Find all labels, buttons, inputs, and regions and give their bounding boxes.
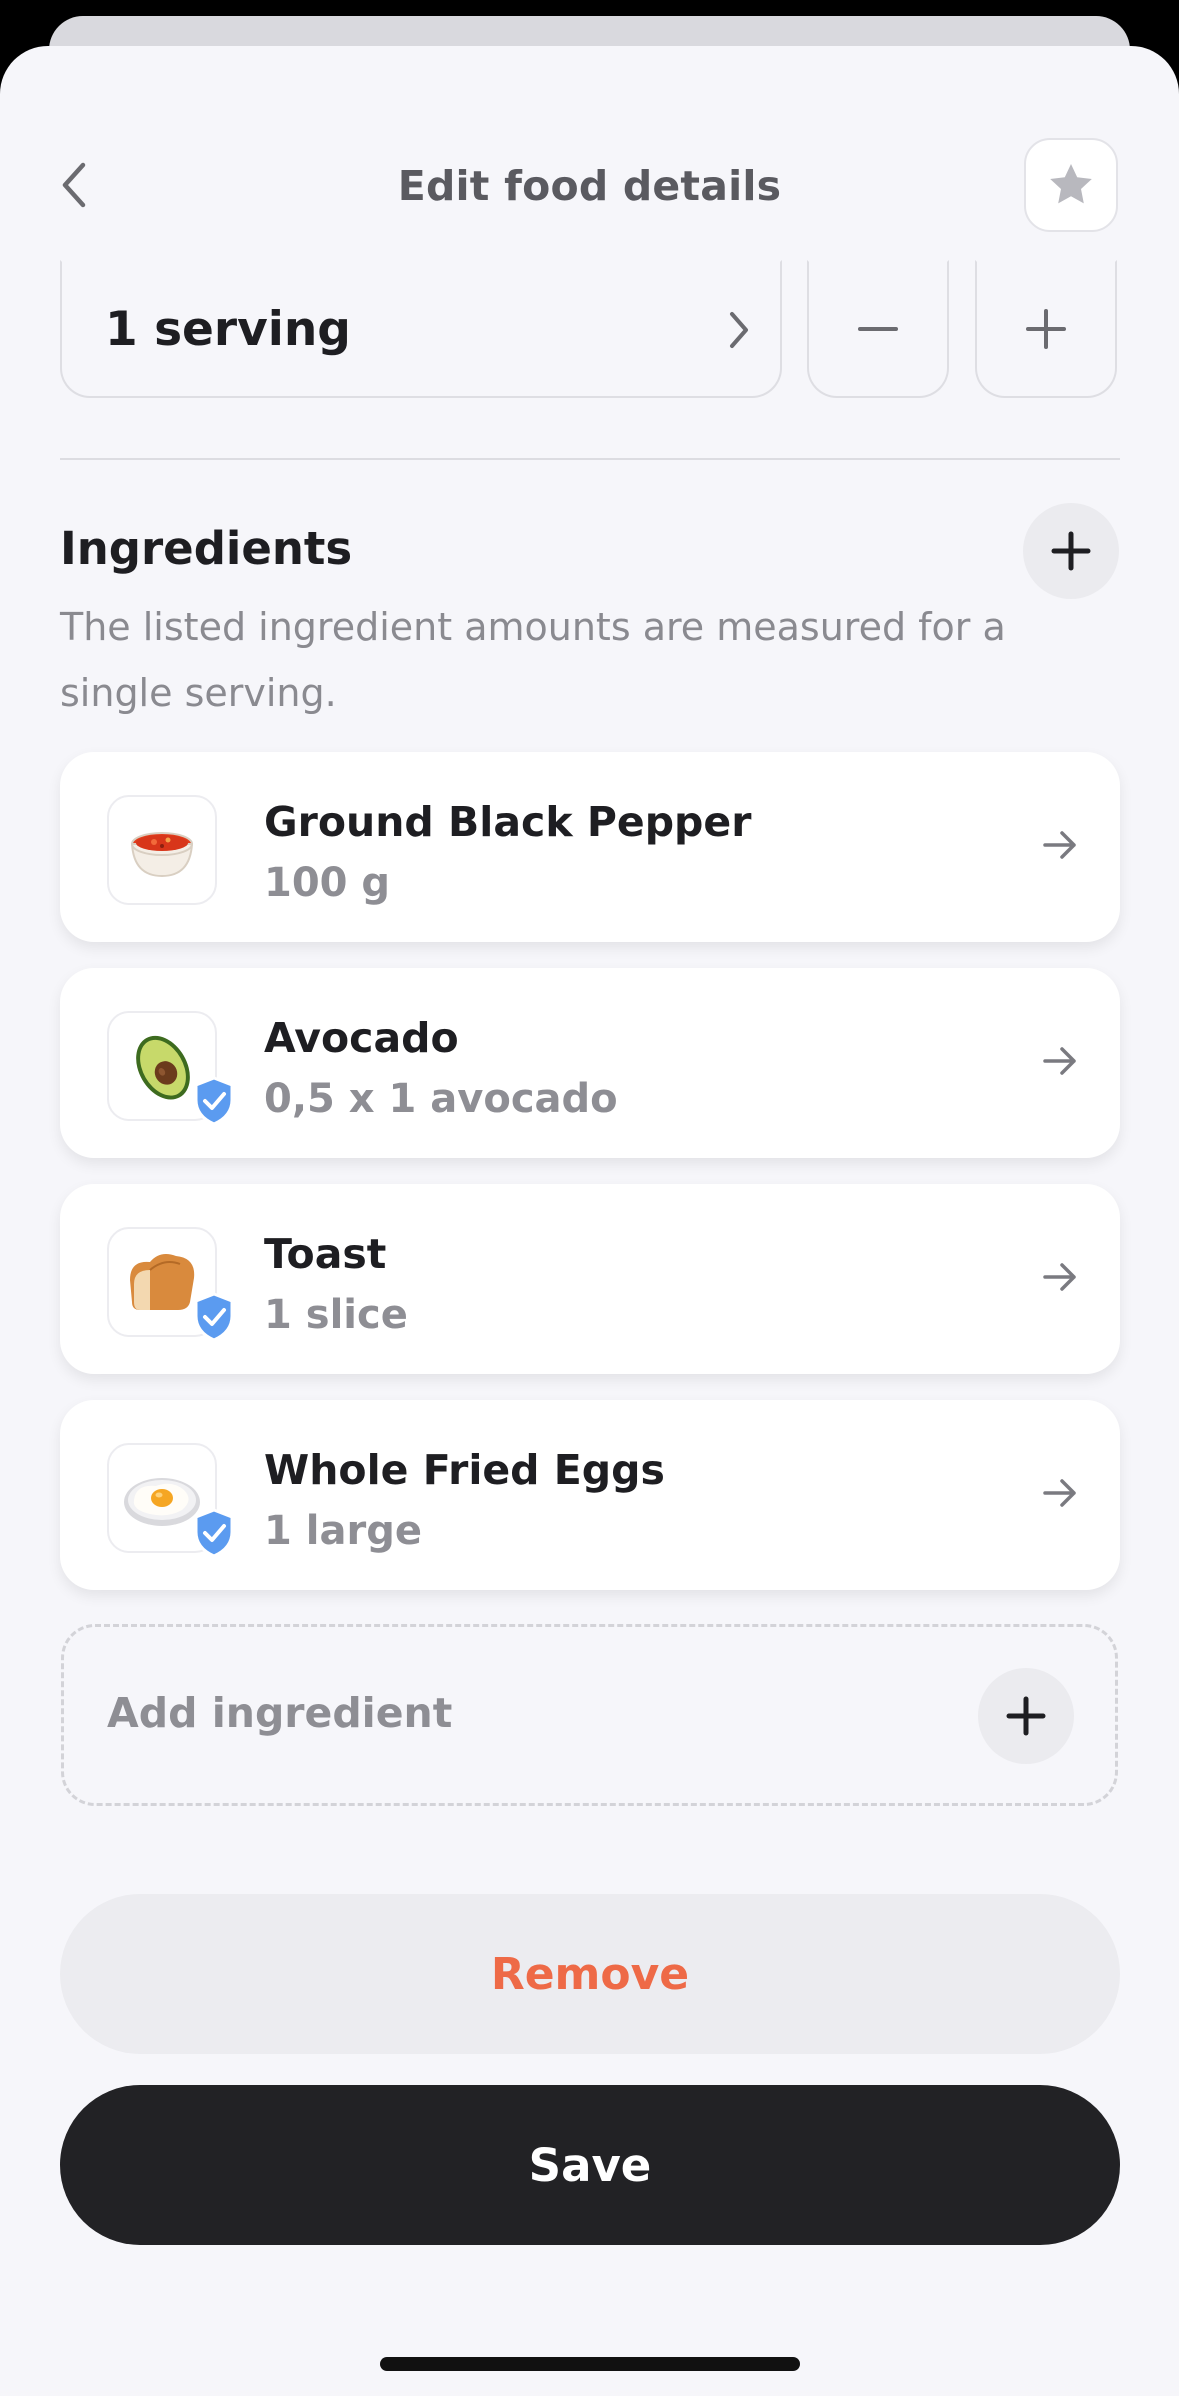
ingredient-name: Ground Black Pepper	[264, 798, 752, 846]
add-ingredient-label: Add ingredient	[107, 1689, 453, 1737]
arrow-right-icon	[1043, 1263, 1076, 1291]
ingredient-amount: 100 g	[264, 860, 391, 906]
plus-icon	[1006, 1696, 1046, 1736]
ingredient-card-whole-fried-eggs[interactable]: Whole Fried Eggs 1 large	[60, 1400, 1120, 1590]
edit-food-sheet: Edit food details 1 serving Ingredients …	[0, 46, 1179, 2396]
arrow-right-icon	[1043, 1047, 1076, 1075]
minus-icon	[858, 327, 898, 331]
ingredient-thumbnail	[107, 795, 217, 905]
ingredients-title: Ingredients	[60, 522, 353, 575]
ingredient-name: Whole Fried Eggs	[264, 1446, 665, 1494]
add-ingredient-header-button[interactable]	[1023, 503, 1119, 599]
serving-row: 1 serving	[60, 260, 1120, 398]
verified-badge-icon	[194, 1292, 234, 1342]
add-ingredient-button[interactable]	[978, 1668, 1074, 1764]
salsa-bowl-icon	[130, 832, 194, 878]
plus-icon	[1026, 309, 1066, 349]
ingredients-description: The listed ingredient amounts are measur…	[60, 605, 1006, 715]
ingredient-name: Toast	[264, 1230, 387, 1278]
header: Edit food details	[0, 46, 1179, 276]
plus-icon	[1051, 531, 1091, 571]
verified-badge-icon	[194, 1508, 234, 1558]
decrement-button[interactable]	[807, 260, 949, 398]
add-ingredient-row[interactable]: Add ingredient	[61, 1624, 1118, 1806]
home-indicator	[380, 2357, 800, 2371]
arrow-right-icon	[1043, 831, 1076, 859]
ingredient-card-avocado[interactable]: Avocado 0,5 x 1 avocado	[60, 968, 1120, 1158]
arrow-right-icon	[1043, 1479, 1076, 1507]
save-button[interactable]: Save	[60, 2085, 1120, 2245]
favorite-button[interactable]	[1024, 138, 1118, 232]
ingredient-name: Avocado	[264, 1014, 459, 1062]
chevron-right-icon	[730, 312, 748, 348]
serving-selector[interactable]: 1 serving	[60, 260, 782, 398]
ingredient-card-toast[interactable]: Toast 1 slice	[60, 1184, 1120, 1374]
ingredient-card-ground-black-pepper[interactable]: Ground Black Pepper 100 g	[60, 752, 1120, 942]
ingredient-amount: 1 slice	[264, 1292, 408, 1338]
ingredient-amount: 0,5 x 1 avocado	[264, 1076, 618, 1122]
ingredient-amount: 1 large	[264, 1508, 422, 1554]
serving-label: 1 serving	[105, 301, 351, 357]
verified-badge-icon	[194, 1076, 234, 1126]
page-title: Edit food details	[397, 162, 782, 210]
divider	[60, 458, 1120, 460]
star-icon	[1050, 164, 1092, 204]
remove-button[interactable]: Remove	[60, 1894, 1120, 2054]
increment-button[interactable]	[975, 260, 1117, 398]
